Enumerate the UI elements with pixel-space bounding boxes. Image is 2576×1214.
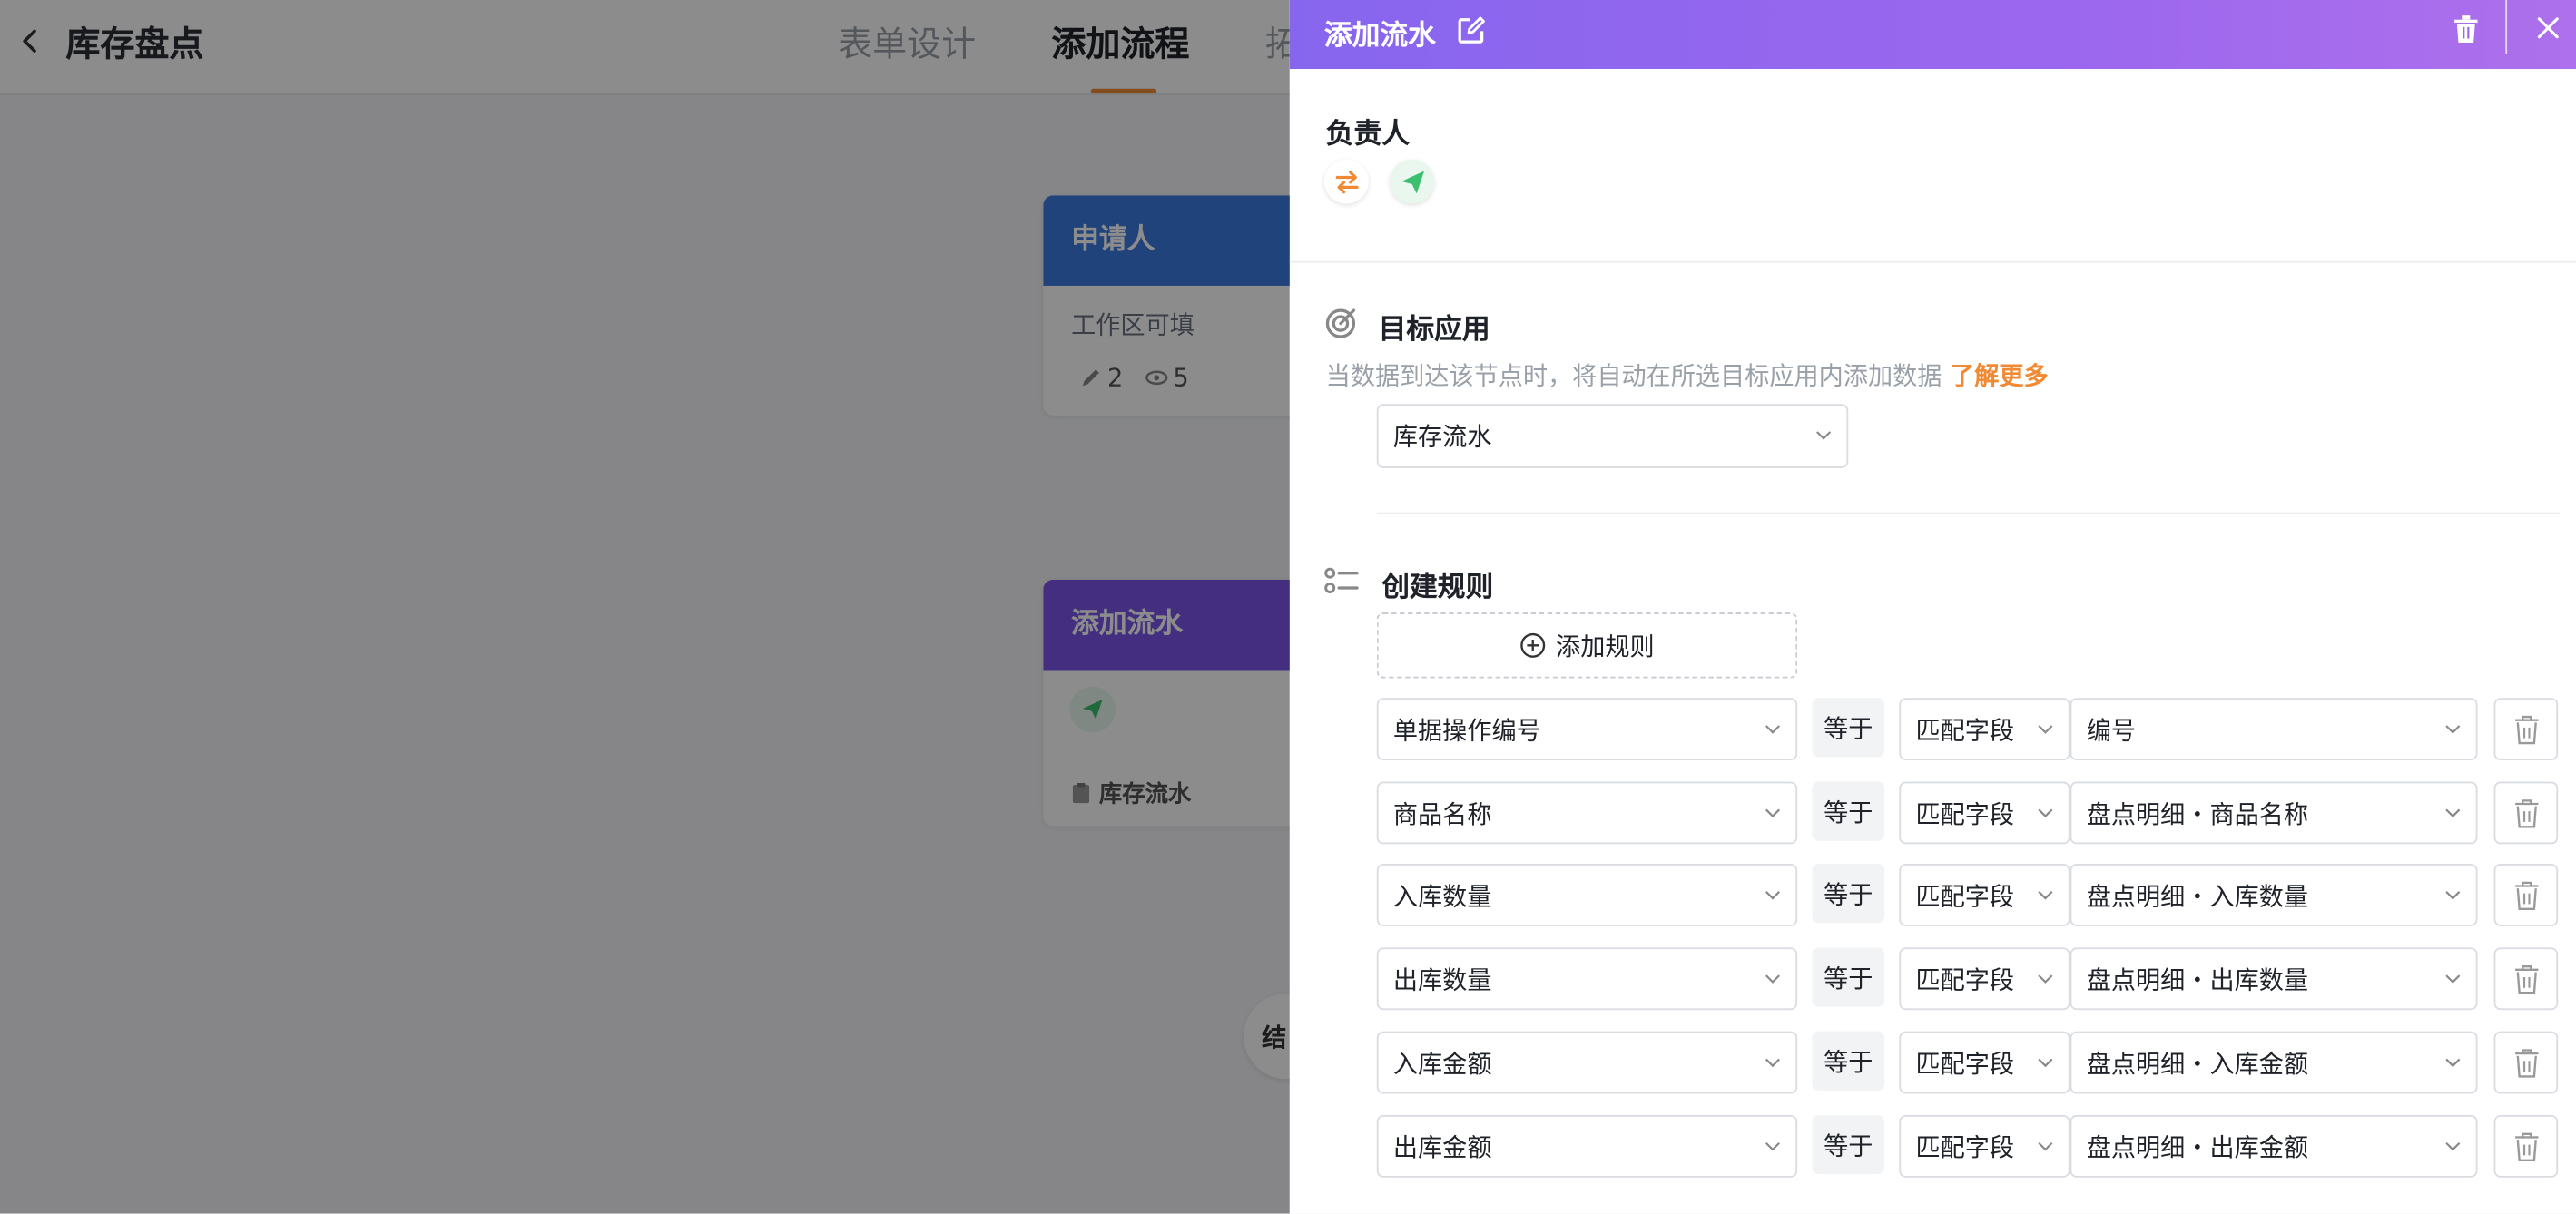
rule-delete-button[interactable] (2493, 1114, 2559, 1178)
chevron-down-icon (2445, 974, 2461, 984)
add-rule-button[interactable]: 添加规则 (1376, 612, 1798, 679)
rule-operator: 等于 (1812, 1114, 1885, 1175)
chevron-down-icon (1765, 1058, 1780, 1068)
header-divider (2505, 0, 2508, 54)
create-rules-label: 创建规则 (1381, 571, 1494, 605)
viewport: 库存盘点 表单设计 添加流程 拓 申请人 工作区可填 2 5 添加流水 库存流水… (0, 0, 2576, 1214)
rule-field-select[interactable]: 入库数量 (1376, 864, 1798, 926)
drawer-header: 添加流水 (1289, 0, 2576, 70)
chevron-down-icon (1816, 431, 1832, 440)
chevron-down-icon (2445, 891, 2461, 900)
owner-label: 负责人 (1325, 118, 1410, 152)
trash-icon (2514, 714, 2538, 744)
trash-icon[interactable] (2453, 15, 2479, 44)
chevron-down-icon (2038, 725, 2053, 734)
rule-operator: 等于 (1812, 947, 1885, 1007)
rule-value-select[interactable]: 盘点明细・出库数量 (2070, 947, 2478, 1011)
rule-field-select[interactable]: 商品名称 (1376, 781, 1798, 845)
rule-operator: 等于 (1812, 864, 1885, 924)
target-icon (1325, 308, 1356, 338)
trash-icon (2514, 1048, 2538, 1077)
rule-delete-button[interactable] (2493, 947, 2559, 1011)
rule-operator: 等于 (1812, 698, 1885, 758)
send-icon[interactable] (1390, 159, 1435, 204)
chevron-down-icon (2038, 891, 2053, 900)
chevron-down-icon (2038, 808, 2053, 818)
rule-field-select[interactable]: 单据操作编号 (1376, 698, 1798, 761)
rule-value-select[interactable]: 盘点明细・出库金额 (2070, 1114, 2478, 1178)
plus-circle-icon (1520, 632, 1546, 658)
rule-value-select[interactable]: 盘点明细・商品名称 (2070, 781, 2478, 845)
modal-overlay[interactable] (0, 0, 1290, 1214)
rule-field-select[interactable]: 入库金额 (1376, 1031, 1798, 1094)
add-flow-drawer: 添加流水 负责人 目标应用 当数据到达该节点时，将自动在所选目标应用内添加数据 … (1289, 0, 2576, 1214)
target-app-select[interactable]: 库存流水 (1376, 404, 1849, 468)
chevron-down-icon (2038, 1058, 2053, 1068)
chevron-down-icon (1765, 974, 1780, 984)
close-icon[interactable] (2537, 16, 2560, 39)
chevron-down-icon (2038, 974, 2053, 984)
trash-icon (2514, 1131, 2538, 1161)
rule-mode-select[interactable]: 匹配字段 (1899, 1114, 2070, 1178)
chevron-down-icon (2445, 725, 2461, 734)
chevron-down-icon (2038, 1141, 2053, 1151)
chevron-down-icon (1765, 808, 1780, 818)
rule-mode-select[interactable]: 匹配字段 (1899, 1031, 2070, 1094)
rule-delete-button[interactable] (2493, 781, 2559, 845)
drawer-title: 添加流水 (1323, 19, 1436, 53)
trash-icon (2514, 798, 2538, 827)
rule-mode-select[interactable]: 匹配字段 (1899, 698, 2070, 761)
rule-mode-select[interactable]: 匹配字段 (1899, 864, 2070, 926)
chevron-down-icon (2445, 1058, 2461, 1068)
rule-value-select[interactable]: 盘点明细・入库金额 (2070, 1031, 2478, 1094)
rule-mode-select[interactable]: 匹配字段 (1899, 947, 2070, 1011)
target-app-label: 目标应用 (1378, 313, 1490, 347)
section-divider (1376, 512, 2560, 514)
rule-operator: 等于 (1812, 781, 1885, 841)
rule-field-select[interactable]: 出库数量 (1376, 947, 1798, 1011)
chevron-down-icon (1765, 891, 1780, 900)
chevron-down-icon (2445, 1141, 2461, 1151)
target-app-hint: 当数据到达该节点时，将自动在所选目标应用内添加数据 了解更多 (1325, 361, 2049, 391)
rule-delete-button[interactable] (2493, 1031, 2559, 1094)
trash-icon (2514, 964, 2538, 994)
rule-delete-button[interactable] (2493, 698, 2559, 761)
trash-icon (2514, 880, 2538, 910)
chevron-down-icon (1765, 1141, 1780, 1151)
learn-more-link[interactable]: 了解更多 (1950, 361, 2049, 391)
list-icon (1324, 567, 1359, 593)
swap-icon[interactable] (1323, 159, 1369, 204)
rule-field-select[interactable]: 出库金额 (1376, 1114, 1798, 1178)
rule-value-select[interactable]: 盘点明细・入库数量 (2070, 864, 2478, 926)
rule-delete-button[interactable] (2493, 864, 2559, 926)
edit-icon[interactable] (1456, 15, 1487, 45)
chevron-down-icon (1765, 725, 1780, 734)
rule-value-select[interactable]: 编号 (2070, 698, 2478, 761)
rule-mode-select[interactable]: 匹配字段 (1899, 781, 2070, 845)
rule-operator: 等于 (1812, 1031, 1885, 1091)
chevron-down-icon (2445, 808, 2461, 818)
section-divider (1289, 260, 2576, 263)
